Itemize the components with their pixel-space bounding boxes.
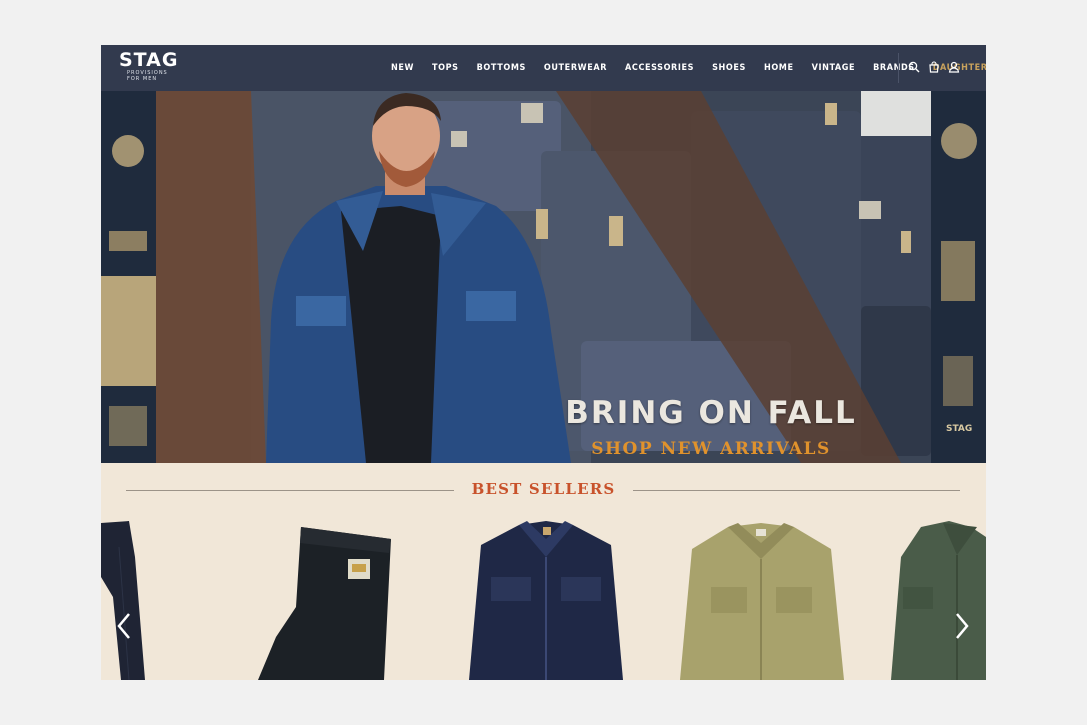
- hero-banner[interactable]: STAG BRING ON FALL SHOP NEW ARRIVALS: [101, 91, 986, 463]
- menu-item-shoes[interactable]: SHOES: [712, 63, 746, 73]
- chevron-right-icon[interactable]: [953, 610, 971, 642]
- product-black-work-pants[interactable]: [256, 517, 396, 680]
- product-denim-trucker-jacket[interactable]: [461, 517, 631, 680]
- logo-wordmark: STAG: [119, 49, 179, 71]
- title-rule-right: [633, 490, 960, 491]
- product-tan-canvas-jacket[interactable]: [676, 517, 846, 680]
- best-sellers-title: BEST SELLERS: [471, 480, 616, 498]
- nav-divider: [898, 53, 899, 83]
- menu-item-outerwear[interactable]: OUTERWEAR: [544, 63, 607, 73]
- menu-item-bottoms[interactable]: BOTTOMS: [477, 63, 526, 73]
- chevron-left-icon[interactable]: [115, 610, 133, 642]
- best-sellers-header: BEST SELLERS: [101, 463, 986, 517]
- main-menu: NEW TOPS BOTTOMS OUTERWEAR ACCESSORIES S…: [391, 45, 986, 91]
- logo-tagline: PROVISIONS FOR MEN: [127, 70, 168, 82]
- hero-cta-link[interactable]: SHOP NEW ARRIVALS: [571, 439, 851, 459]
- product-green-work-jacket[interactable]: [891, 517, 986, 680]
- menu-item-vintage[interactable]: VINTAGE: [812, 63, 856, 73]
- title-rule-left: [126, 490, 454, 491]
- hero-headline: BRING ON FALL: [565, 395, 857, 431]
- top-nav: STAG PROVISIONS FOR MEN NEW TOPS BOTTOMS…: [101, 45, 986, 91]
- user-icon[interactable]: [948, 61, 960, 73]
- mural-stag-text: STAG: [946, 424, 972, 434]
- page-frame: STAG PROVISIONS FOR MEN NEW TOPS BOTTOMS…: [101, 45, 986, 680]
- menu-item-accessories[interactable]: ACCESSORIES: [625, 63, 694, 73]
- menu-item-home[interactable]: HOME: [764, 63, 794, 73]
- bag-icon[interactable]: [928, 61, 940, 73]
- product-dark-denim-jeans[interactable]: [101, 517, 156, 680]
- menu-item-tops[interactable]: TOPS: [432, 63, 459, 73]
- menu-item-new[interactable]: NEW: [391, 63, 414, 73]
- best-sellers-carousel: [101, 517, 986, 680]
- logo[interactable]: STAG PROVISIONS FOR MEN: [119, 49, 179, 85]
- search-icon[interactable]: [908, 61, 920, 73]
